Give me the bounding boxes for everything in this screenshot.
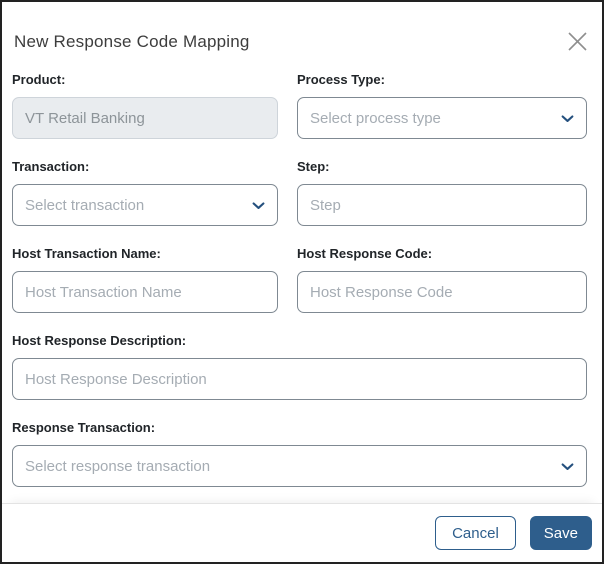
field-response-transaction: Response Transaction: Select response tr… [12, 420, 587, 487]
row-product-processtype: Product: Process Type: Select process ty… [12, 72, 587, 139]
transaction-label: Transaction: [12, 159, 90, 174]
dialog-body: Product: Process Type: Select process ty… [2, 52, 602, 503]
row-hostname-hostcode: Host Transaction Name: Host Response Cod… [12, 246, 587, 313]
process-type-selected-value: Select process type [310, 109, 441, 127]
response-transaction-select[interactable]: Select response transaction [12, 445, 587, 487]
field-transaction: Transaction: Select transaction [12, 159, 278, 226]
dialog-header: New Response Code Mapping [2, 2, 602, 52]
host-response-code-label: Host Response Code: [297, 246, 433, 261]
close-button[interactable] [564, 28, 590, 54]
row-response-transaction: Response Transaction: Select response tr… [12, 420, 587, 487]
process-type-select[interactable]: Select process type [297, 97, 587, 139]
response-transaction-label: Response Transaction: [12, 420, 156, 435]
product-label: Product: [12, 72, 66, 87]
response-transaction-selected-value: Select response transaction [25, 457, 211, 475]
field-host-transaction-name: Host Transaction Name: [12, 246, 278, 313]
field-host-response-code: Host Response Code: [297, 246, 587, 313]
step-label: Step: [297, 159, 330, 174]
chevron-down-icon [561, 114, 574, 122]
field-product: Product: [12, 72, 278, 139]
field-process-type: Process Type: Select process type [297, 72, 587, 139]
dialog-footer: Cancel Save [2, 503, 602, 562]
row-host-response-description: Host Response Description: [12, 333, 587, 400]
row-transaction-step: Transaction: Select transaction Step: [12, 159, 587, 226]
step-input[interactable] [297, 184, 587, 226]
process-type-label: Process Type: [297, 72, 385, 87]
cancel-button[interactable]: Cancel [435, 516, 516, 550]
product-input [12, 97, 278, 139]
dialog-title: New Response Code Mapping [14, 32, 250, 51]
transaction-selected-value: Select transaction [25, 196, 145, 214]
transaction-select[interactable]: Select transaction [12, 184, 278, 226]
host-response-description-input[interactable] [12, 358, 587, 400]
field-step: Step: [297, 159, 587, 226]
host-transaction-name-label: Host Transaction Name: [12, 246, 161, 261]
chevron-down-icon [561, 462, 574, 470]
chevron-down-icon [252, 201, 265, 209]
field-host-response-description: Host Response Description: [12, 333, 587, 400]
close-icon [567, 31, 587, 51]
host-response-code-input[interactable] [297, 271, 587, 313]
host-transaction-name-input[interactable] [12, 271, 278, 313]
host-response-description-label: Host Response Description: [12, 333, 187, 348]
save-button[interactable]: Save [529, 516, 592, 550]
new-response-code-mapping-dialog: New Response Code Mapping Product: Proce… [0, 0, 604, 564]
